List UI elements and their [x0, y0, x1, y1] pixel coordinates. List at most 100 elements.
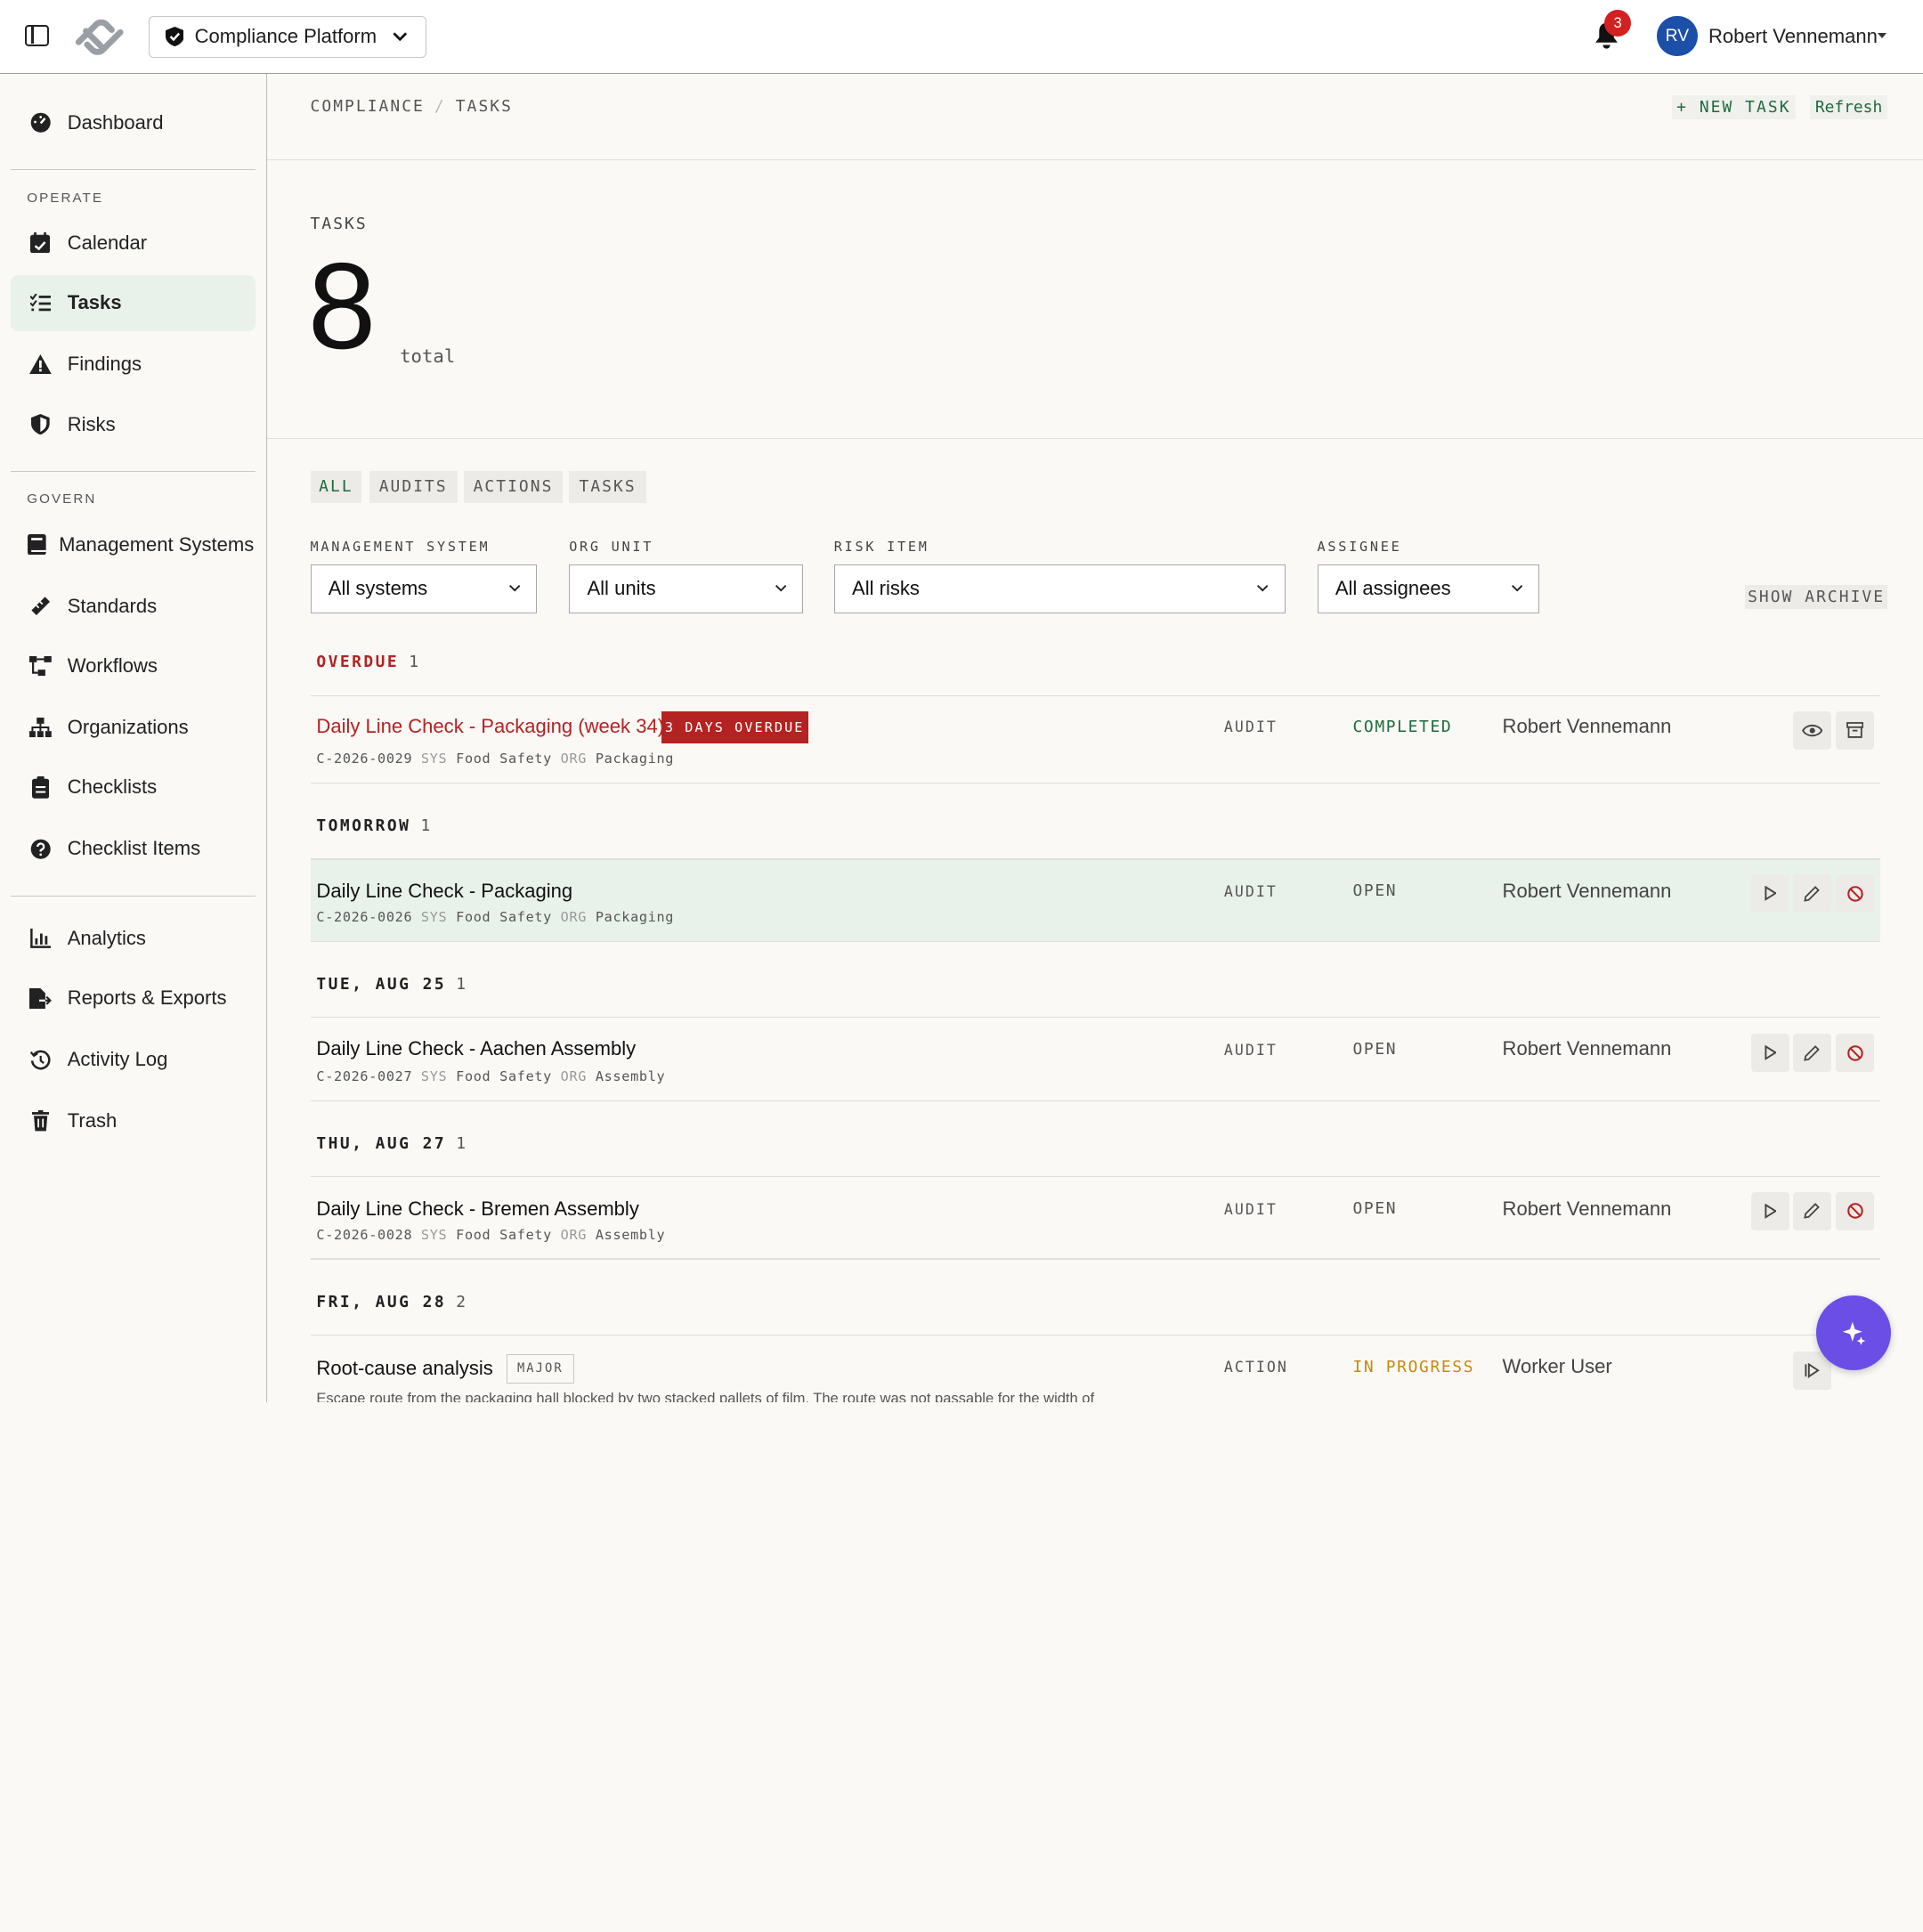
tab-actions[interactable]: ACTIONS	[463, 470, 564, 503]
tab-all[interactable]: ALL	[310, 470, 362, 503]
step-forward-icon	[1805, 1363, 1820, 1378]
archive-button[interactable]	[1836, 710, 1874, 750]
play-icon	[1765, 1204, 1777, 1219]
sidebar-item-label: Organizations	[67, 715, 189, 738]
task-status: OPEN	[1352, 881, 1398, 901]
sidebar-item-trash[interactable]: Trash	[11, 1092, 255, 1149]
sidebar-item-activity-log[interactable]: Activity Log	[11, 1032, 255, 1088]
tab-tasks[interactable]: TASKS	[569, 470, 646, 503]
sidebar-item-analytics[interactable]: Analytics	[11, 910, 255, 966]
ai-assistant-button[interactable]	[1816, 1295, 1892, 1370]
task-title[interactable]: Daily Line Check - Packaging (week 34)	[316, 715, 664, 738]
sidebar-item-management-systems[interactable]: Management Systems	[11, 516, 255, 572]
sidebar-item-workflows[interactable]: Workflows	[11, 637, 255, 694]
breadcrumb-compliance[interactable]: COMPLIANCE	[311, 97, 425, 116]
group-header-date: TUE, AUG 25 1	[316, 975, 468, 994]
task-title[interactable]: Daily Line Check - Aachen Assembly	[316, 1037, 636, 1060]
task-title[interactable]: Daily Line Check - Packaging	[316, 880, 572, 903]
gauge-icon	[29, 111, 52, 134]
assignee-value: All assignees	[1335, 577, 1451, 600]
management-system-select[interactable]: All systems	[310, 564, 538, 613]
start-button[interactable]	[1751, 874, 1789, 913]
sidebar-item-organizations[interactable]: Organizations	[11, 699, 255, 755]
sparkle-icon	[1842, 1321, 1866, 1345]
cancel-task-button[interactable]	[1836, 874, 1874, 913]
chevron-down-icon	[393, 32, 408, 42]
tab-audits[interactable]: AUDITS	[369, 470, 458, 503]
new-task-button[interactable]: + NEW TASK	[1671, 95, 1797, 119]
app: Compliance Platform 3 RV Robert Venneman…	[0, 0, 1923, 1402]
row-divider	[310, 1176, 1880, 1178]
sidebar: Dashboard OPERATE Calendar Tasks Finding…	[0, 73, 268, 1402]
sidebar-item-tasks[interactable]: Tasks	[11, 274, 256, 331]
task-assignee: Robert Vennemann	[1502, 1037, 1672, 1060]
sidebar-item-standards[interactable]: Standards	[11, 578, 255, 634]
row-divider	[310, 1258, 1880, 1260]
show-archive-button[interactable]: SHOW ARCHIVE	[1745, 585, 1887, 609]
sidebar-divider	[11, 470, 256, 473]
chevron-down-icon	[509, 584, 521, 592]
user-menu-caret-icon[interactable]	[1878, 33, 1887, 39]
task-count: 8	[307, 237, 377, 375]
sidebar-item-checklist-items[interactable]: Checklist Items	[11, 821, 255, 877]
task-assignee: Worker User	[1502, 1355, 1612, 1378]
org-unit-select[interactable]: All units	[569, 564, 804, 613]
row-divider	[310, 940, 1880, 942]
user-name[interactable]: Robert Vennemann	[1708, 25, 1878, 48]
breadcrumb-tasks: TASKS	[455, 96, 513, 116]
edit-button[interactable]	[1793, 1034, 1831, 1072]
avatar[interactable]: RV	[1657, 15, 1698, 57]
sidebar-item-label: Management Systems	[59, 532, 255, 556]
sidebar-item-label: Trash	[67, 1109, 118, 1132]
sidebar-item-risks[interactable]: Risks	[11, 396, 255, 452]
trash-icon	[29, 1110, 52, 1132]
pencil-icon	[1804, 1203, 1821, 1220]
top-bar: Compliance Platform 3 RV Robert Venneman…	[0, 0, 1923, 74]
sidebar-item-label: Findings	[67, 353, 142, 376]
sidebar-item-dashboard[interactable]: Dashboard	[11, 94, 255, 150]
overdue-badge: 3 DAYS OVERDUE	[661, 710, 808, 743]
cancel-task-button[interactable]	[1836, 1192, 1874, 1230]
assignee-select[interactable]: All assignees	[1317, 564, 1539, 613]
task-title[interactable]: Daily Line Check - Bremen Assembly	[316, 1197, 638, 1221]
notification-count-badge: 3	[1603, 10, 1632, 37]
row-divider	[310, 695, 1880, 697]
view-button[interactable]	[1793, 710, 1831, 750]
start-button[interactable]	[1751, 1034, 1789, 1072]
sidebar-item-label: Risks	[67, 412, 116, 435]
shield-icon	[165, 27, 184, 47]
row-divider	[310, 1100, 1880, 1102]
breadcrumb: COMPLIANCE / TASKS	[310, 96, 513, 116]
question-circle-icon	[29, 838, 52, 860]
risk-item-select[interactable]: All risks	[833, 564, 1286, 613]
management-system-value: All systems	[328, 577, 428, 600]
section-label-govern: GOVERN	[27, 491, 97, 507]
sidebar-item-calendar[interactable]: Calendar	[11, 215, 255, 271]
management-system-label: MANAGEMENT SYSTEM	[310, 538, 491, 555]
task-meta: C-2026-0027 SYS Food Safety ORG Assembly	[316, 1067, 666, 1084]
summary-label: TASKS	[310, 215, 368, 234]
task-assignee: Robert Vennemann	[1502, 715, 1672, 738]
workflow-icon	[29, 655, 52, 678]
sidebar-item-label: Checklist Items	[67, 837, 201, 860]
row-divider	[310, 1017, 1880, 1019]
task-title[interactable]: Root-cause analysis	[316, 1357, 492, 1380]
platform-switcher[interactable]: Compliance Platform	[148, 15, 427, 58]
sidebar-item-label: Standards	[67, 594, 158, 617]
task-category: AUDIT	[1223, 718, 1278, 736]
sidebar-item-checklists[interactable]: Checklists	[11, 759, 255, 816]
task-category: AUDIT	[1223, 882, 1278, 900]
cancel-task-button[interactable]	[1836, 1034, 1874, 1072]
sidebar-toggle-icon[interactable]	[24, 24, 50, 47]
ban-icon	[1846, 1203, 1863, 1220]
task-count-unit: total	[400, 345, 456, 368]
list-check-icon	[29, 292, 52, 314]
start-button[interactable]	[1751, 1192, 1789, 1230]
sidebar-item-reports-exports[interactable]: Reports & Exports	[11, 970, 255, 1027]
severity-badge: MAJOR	[506, 1353, 574, 1384]
edit-button[interactable]	[1793, 874, 1831, 913]
sidebar-item-findings[interactable]: Findings	[11, 336, 255, 392]
logo-icon[interactable]	[71, 15, 127, 60]
edit-button[interactable]	[1793, 1192, 1831, 1230]
refresh-button[interactable]: Refresh	[1810, 95, 1887, 119]
